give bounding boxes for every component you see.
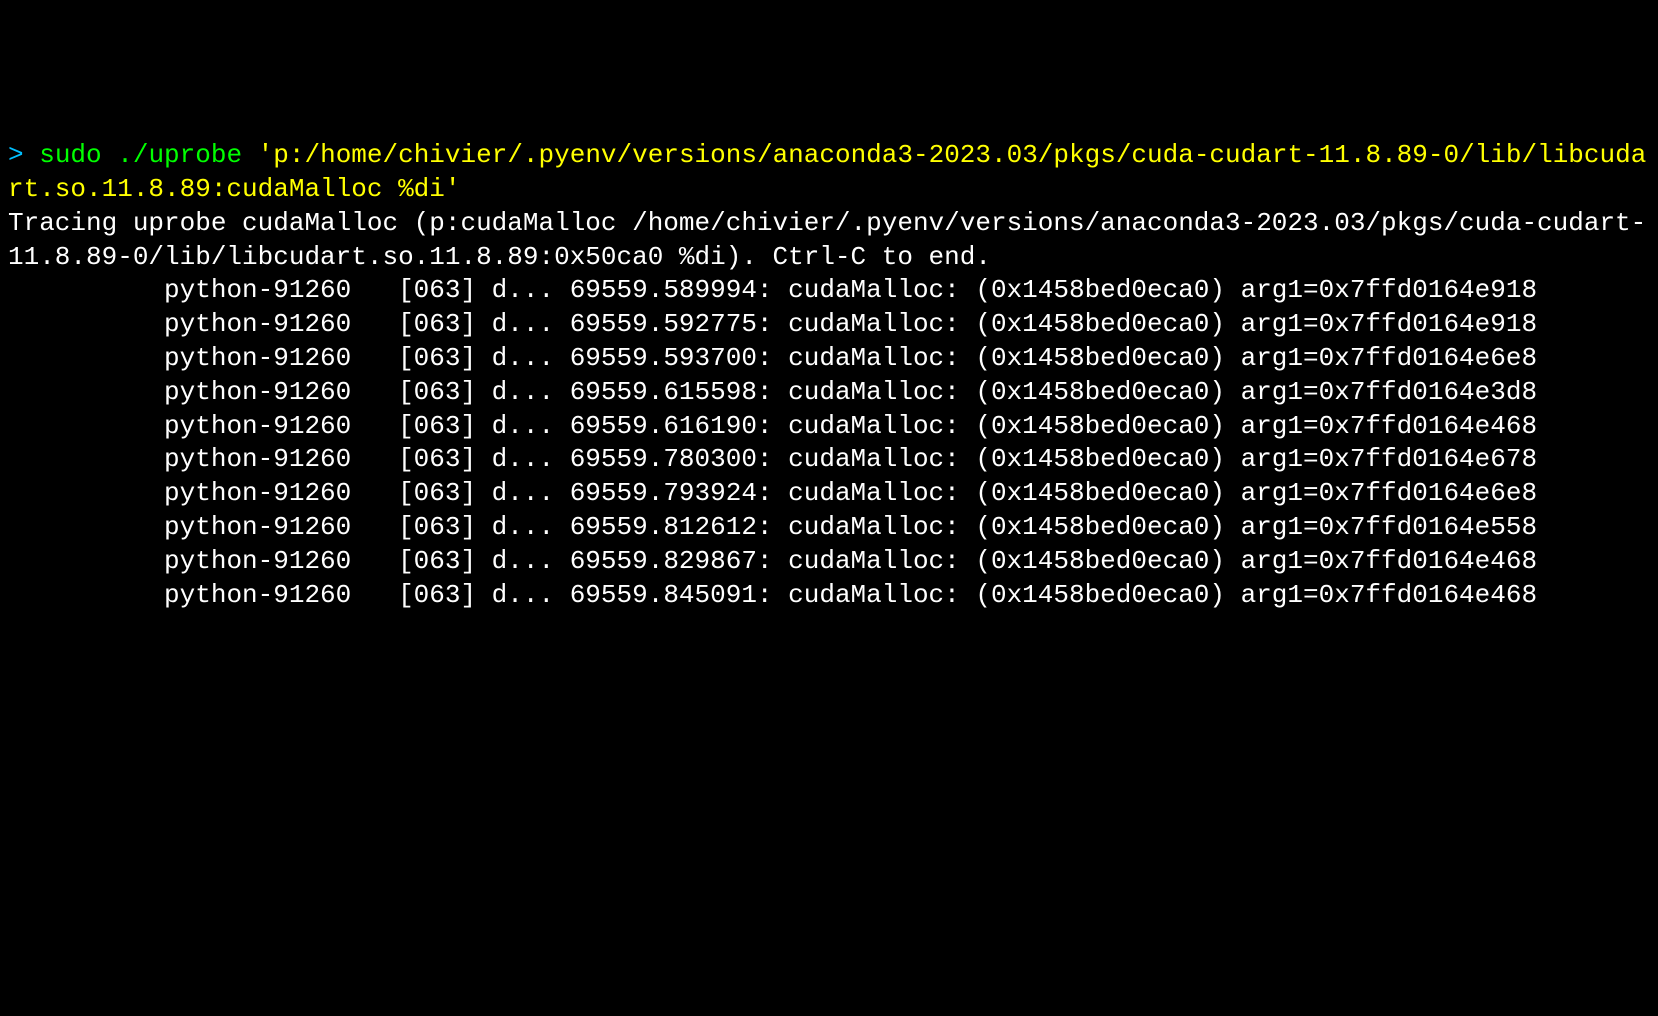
trace-line: python-91260 [063] d... 69559.780300: cu… — [8, 443, 1650, 477]
command-space — [102, 140, 118, 170]
trace-line: python-91260 [063] d... 69559.793924: cu… — [8, 477, 1650, 511]
trace-line: python-91260 [063] d... 69559.845091: cu… — [8, 579, 1650, 613]
command-uprobe: ./uprobe — [117, 140, 242, 170]
terminal-output: > sudo ./uprobe 'p:/home/chivier/.pyenv/… — [8, 139, 1650, 612]
trace-line: python-91260 [063] d... 69559.593700: cu… — [8, 342, 1650, 376]
trace-line: python-91260 [063] d... 69559.615598: cu… — [8, 376, 1650, 410]
command-sudo: sudo — [39, 140, 101, 170]
shell-prompt: > — [8, 140, 39, 170]
trace-line: python-91260 [063] d... 69559.589994: cu… — [8, 274, 1650, 308]
tracing-header: Tracing uprobe cudaMalloc (p:cudaMalloc … — [8, 208, 1646, 272]
trace-line: python-91260 [063] d... 69559.829867: cu… — [8, 545, 1650, 579]
trace-line: python-91260 [063] d... 69559.616190: cu… — [8, 410, 1650, 444]
trace-line: python-91260 [063] d... 69559.812612: cu… — [8, 511, 1650, 545]
trace-line: python-91260 [063] d... 69559.592775: cu… — [8, 308, 1650, 342]
command-argument: 'p:/home/chivier/.pyenv/versions/anacond… — [8, 140, 1646, 204]
